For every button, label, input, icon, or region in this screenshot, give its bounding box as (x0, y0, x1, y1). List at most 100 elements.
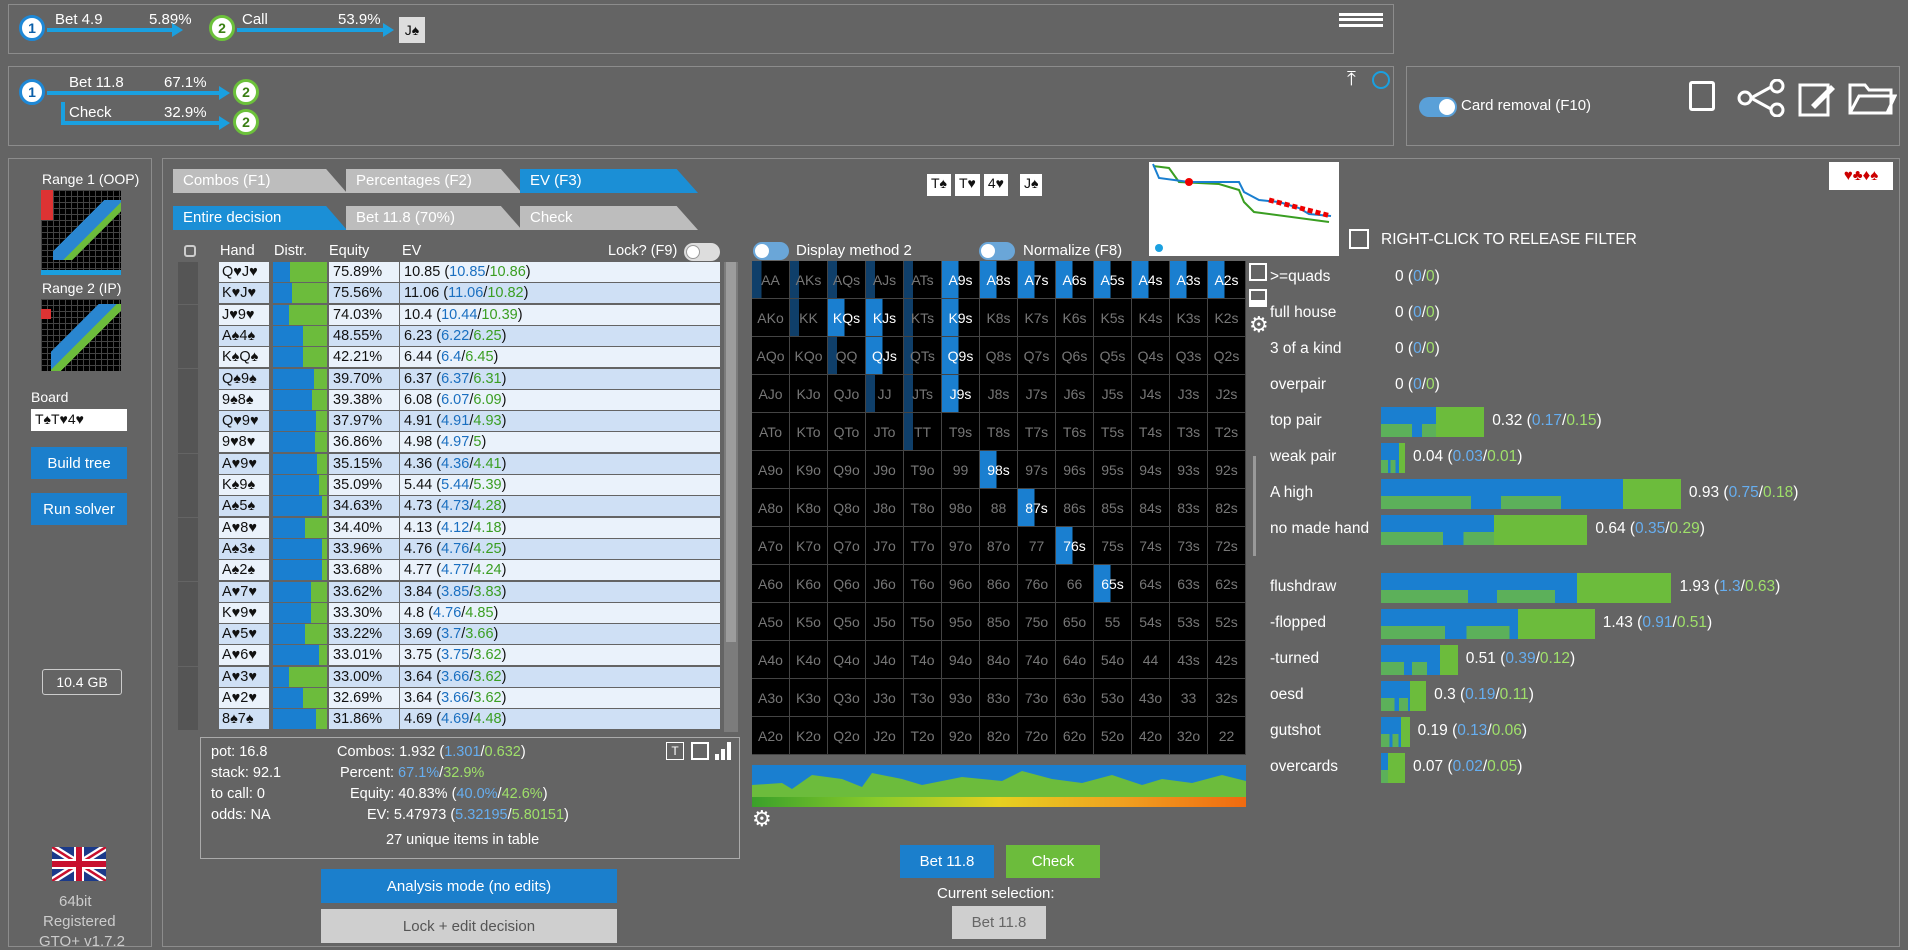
matrix-cell[interactable]: Q6s (1056, 337, 1094, 375)
matrix-cell[interactable]: KQs (828, 299, 866, 337)
tab-ev[interactable]: EV (F3) (520, 169, 698, 193)
hand-header[interactable]: Hand (220, 243, 255, 259)
matrix-cell[interactable]: K7s (1018, 299, 1056, 337)
matrix-cell[interactable]: 33 (1170, 679, 1208, 717)
matrix-cell[interactable]: AQs (828, 261, 866, 299)
tree-node-2[interactable]: 2 (209, 15, 235, 41)
matrix-cell[interactable]: 87o (980, 527, 1018, 565)
matrix-cell[interactable]: 96s (1056, 451, 1094, 489)
matrix-cell[interactable]: 72o (1018, 717, 1056, 755)
matrix-cell[interactable]: 83o (980, 679, 1018, 717)
matrix-cell[interactable]: 54o (1094, 641, 1132, 679)
table-row[interactable]: A♥8♥ 34.40% 4.13 (4.12/4.18) (178, 517, 724, 539)
table-row[interactable]: A♥7♥ 33.62% 3.84 (3.85/3.83) (178, 581, 724, 603)
matrix-cell[interactable]: 83s (1170, 489, 1208, 527)
analysis-mode-button[interactable]: Analysis mode (no edits) (321, 869, 617, 903)
matrix-cell[interactable]: 82o (980, 717, 1018, 755)
matrix-cell[interactable]: 32s (1208, 679, 1246, 717)
matrix-cell[interactable]: Q3s (1170, 337, 1208, 375)
stat-label[interactable]: overcards (1270, 758, 1338, 776)
stat-label[interactable]: 3 of a kind (1270, 340, 1342, 358)
stat-label[interactable]: weak pair (1270, 448, 1336, 466)
table-row[interactable]: Q♥J♥ 75.89% 10.85 (10.85/10.86) (178, 262, 724, 283)
matrix-cell[interactable]: Q5o (828, 603, 866, 641)
matrix-cell[interactable]: K6o (790, 565, 828, 603)
matrix-cell[interactable]: J7s (1018, 375, 1056, 413)
stat-label[interactable]: >=quads (1270, 268, 1330, 286)
matrix-cell[interactable]: Q8s (980, 337, 1018, 375)
matrix-cell[interactable]: K3s (1170, 299, 1208, 337)
matrix-cell[interactable]: 42o (1132, 717, 1170, 755)
matrix-cell[interactable]: 95o (942, 603, 980, 641)
range1-thumbnail[interactable] (41, 190, 121, 270)
matrix-cell[interactable]: 22 (1208, 717, 1246, 755)
matrix-cell[interactable]: T6o (904, 565, 942, 603)
matrix-cell[interactable]: 93o (942, 679, 980, 717)
matrix-cell[interactable]: KJo (790, 375, 828, 413)
stat-label[interactable]: -flopped (1270, 614, 1326, 632)
table-scrollbar[interactable] (724, 262, 738, 732)
lock-icon[interactable] (178, 538, 198, 560)
ev-header[interactable]: EV (402, 243, 421, 259)
matrix-cell[interactable]: A7o (752, 527, 790, 565)
lock-icon[interactable] (178, 453, 198, 475)
table-row[interactable]: A♠3♠ 33.96% 4.76 (4.76/4.25) (178, 538, 724, 560)
stat-label[interactable]: overpair (1270, 376, 1326, 394)
matrix-cell[interactable]: 92o (942, 717, 980, 755)
settings-gear-icon[interactable]: ⚙ (1249, 314, 1271, 336)
matrix-cell[interactable]: AKo (752, 299, 790, 337)
matrix-cell[interactable]: K3o (790, 679, 828, 717)
matrix-cell[interactable]: 82s (1208, 489, 1246, 527)
matrix-cell[interactable]: KK (790, 299, 828, 337)
matrix-cell[interactable]: Q9s (942, 337, 980, 375)
matrix-cell[interactable]: 53s (1170, 603, 1208, 641)
matrix-cell[interactable]: J5s (1094, 375, 1132, 413)
edit-icon[interactable] (1797, 79, 1837, 119)
table-row[interactable]: A♥2♥ 32.69% 3.64 (3.66/3.62) (178, 688, 724, 709)
lock-toggle[interactable] (684, 243, 720, 261)
matrix-cell[interactable]: K7o (790, 527, 828, 565)
matrix-cell[interactable]: Q4o (828, 641, 866, 679)
table-row[interactable]: K♥J♥ 75.56% 11.06 (11.06/10.82) (178, 283, 724, 305)
turn-card[interactable]: J♠ (399, 17, 425, 43)
matrix-cell[interactable]: K6s (1056, 299, 1094, 337)
matrix-cell[interactable]: 94o (942, 641, 980, 679)
matrix-cell[interactable]: 52o (1094, 717, 1132, 755)
matrix-cell[interactable]: 74s (1132, 527, 1170, 565)
matrix-cell[interactable]: A8o (752, 489, 790, 527)
matrix-cell[interactable]: 85o (980, 603, 1018, 641)
matrix-cell[interactable]: T4o (904, 641, 942, 679)
lock-icon[interactable] (178, 304, 198, 326)
matrix-cell[interactable]: K4o (790, 641, 828, 679)
matrix-cell[interactable]: T3o (904, 679, 942, 717)
matrix-cell[interactable]: A6o (752, 565, 790, 603)
lock-icon[interactable] (178, 709, 198, 731)
matrix-cell[interactable]: 93s (1170, 451, 1208, 489)
matrix-cell[interactable]: 75s (1094, 527, 1132, 565)
matrix-cell[interactable]: Q8o (828, 489, 866, 527)
matrix-cell[interactable]: QTo (828, 413, 866, 451)
matrix-cell[interactable]: 65s (1094, 565, 1132, 603)
matrix-cell[interactable]: Q7o (828, 527, 866, 565)
check-action-button[interactable]: Check (1006, 845, 1100, 878)
matrix-cell[interactable]: ATo (752, 413, 790, 451)
table-row[interactable]: K♠9♠ 35.09% 5.44 (5.44/5.39) (178, 475, 724, 496)
matrix-cell[interactable]: 88 (980, 489, 1018, 527)
matrix-cell[interactable]: A2o (752, 717, 790, 755)
lock-icon[interactable] (178, 411, 198, 433)
lock-icon[interactable] (178, 560, 198, 582)
matrix-cell[interactable]: Q6o (828, 565, 866, 603)
matrix-cell[interactable]: A9o (752, 451, 790, 489)
matrix-cell[interactable]: Q5s (1094, 337, 1132, 375)
table-row[interactable]: K♠Q♠ 42.21% 6.44 (6.4/6.45) (178, 347, 724, 369)
stat-label[interactable]: flushdraw (1270, 578, 1336, 596)
tab-entire-decision[interactable]: Entire decision (173, 206, 347, 230)
matrix-cell[interactable]: Q2o (828, 717, 866, 755)
matrix-cell[interactable]: J2o (866, 717, 904, 755)
matrix-cell[interactable]: K8s (980, 299, 1018, 337)
matrix-cell[interactable]: 99 (942, 451, 980, 489)
matrix-cell[interactable]: J8s (980, 375, 1018, 413)
matrix-cell[interactable]: J5o (866, 603, 904, 641)
release-filter-icon[interactable] (1349, 229, 1369, 249)
text-icon[interactable]: T (666, 742, 684, 760)
